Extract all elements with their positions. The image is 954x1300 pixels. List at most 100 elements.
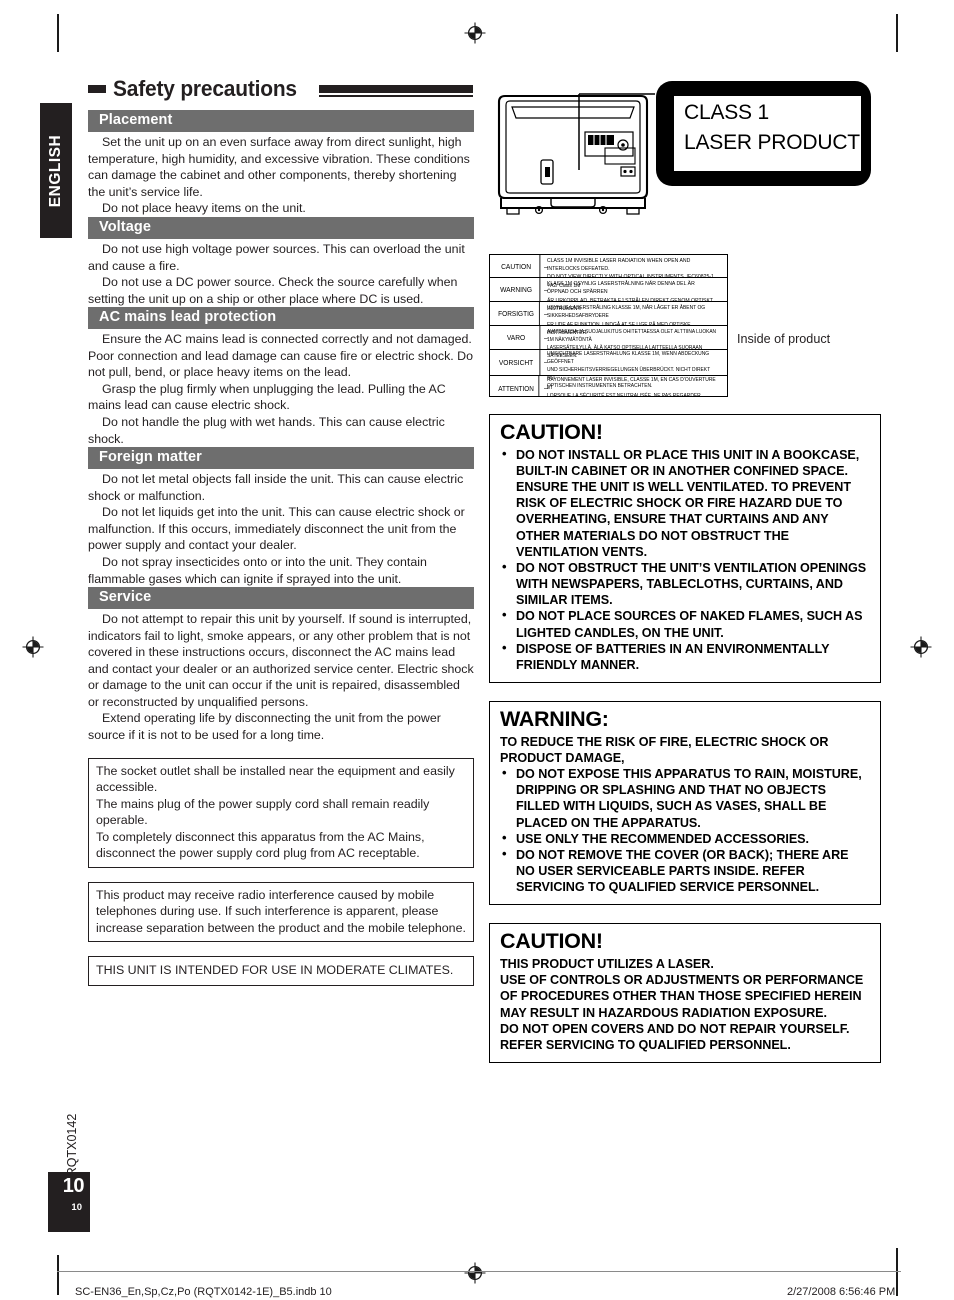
laser-label-term: ATTENTION xyxy=(494,376,540,396)
laser-label-frame: CAUTION – CLASS 1M INVISIBLE LASER RADIA… xyxy=(489,254,728,397)
laser-label-text-cell: – RAYONNEMENT LASER INVISIBLE, CLASSE 1M… xyxy=(543,376,727,397)
laser-label-row: VARO – AVATTAESSA JA SUOJALUKITUS OHITET… xyxy=(490,326,727,359)
section-heading-service: Service xyxy=(88,587,474,610)
note-line: THIS UNIT IS INTENDED FOR USE IN MODERAT… xyxy=(96,963,454,978)
laser-label-row: CAUTION – CLASS 1M INVISIBLE LASER RADIA… xyxy=(490,255,727,289)
section-heading-placement: Placement xyxy=(88,110,474,133)
caution-box-title: CAUTION! xyxy=(500,420,603,444)
laser-label-text-line: CLASS 1M INVISIBLE LASER RADIATION WHEN … xyxy=(547,257,691,272)
laser-label-term: VARO xyxy=(493,326,541,349)
laser-label-row: FORSIGTIG – USYNLIG LASERSTRÅLING KLASSE… xyxy=(490,302,727,336)
registration-mark-bottom xyxy=(464,1262,486,1284)
document-page: ENGLISH Safety precautions Placement Set… xyxy=(0,0,954,1300)
caution-laser-line: REFER SERVICING TO QUALIFIED PERSONNEL. xyxy=(500,1037,791,1052)
page-number-badge: 10 10 xyxy=(48,1172,90,1232)
laser-label-text-line: LORSQUE LA SÉCURITÉ EST NEUTRALISÉE. NE … xyxy=(547,392,701,397)
laser-label-term: CAUTION xyxy=(493,255,541,277)
crop-mark-bottom-right-vertical xyxy=(896,1248,898,1296)
multilingual-laser-warning-label: CAUTION – CLASS 1M INVISIBLE LASER RADIA… xyxy=(489,254,830,397)
section-heading-voltage: Voltage xyxy=(88,216,474,239)
page-number-large: 10 xyxy=(62,1175,85,1197)
section-paragraph: Extend operating life by disconnecting t… xyxy=(88,711,441,743)
laser-label-text-line: RAYONNEMENT LASER INVISIBLE, CLASSE 1M, … xyxy=(547,377,716,391)
laser-label-text-cell: – UNSICHTBARE LASERSTRAHLUNG KLASSE 1M, … xyxy=(543,350,727,389)
laser-label-text-cell: – KLASS 1M OSYNLIG LASERSTRÅLNING NÄR DE… xyxy=(543,278,727,312)
inside-of-product-caption: Inside of product xyxy=(737,332,831,346)
caution-bullet: DO NOT INSTALL OR PLACE THIS UNIT IN A B… xyxy=(500,446,870,560)
caution-laser-line: THIS PRODUCT UTILIZES A LASER. xyxy=(500,957,714,972)
registration-mark-left xyxy=(22,636,44,658)
note-box-moderate-climates: THIS UNIT IS INTENDED FOR USE IN MODERAT… xyxy=(88,956,474,986)
laser-label-text-line: UNSICHTBARE LASERSTRAHLUNG KLASSE 1M, WE… xyxy=(547,351,710,365)
page-number-small: 10 xyxy=(71,1202,82,1213)
laser-label-term: WARNING xyxy=(493,278,541,301)
note-box-socket-outlet: The socket outlet shall be installed nea… xyxy=(88,757,474,868)
note-box-radio-interference: This product may receive radio interfere… xyxy=(88,881,474,943)
registration-mark-top xyxy=(464,22,486,44)
section-paragraph: Do not spray insecticides onto or into t… xyxy=(88,554,427,586)
caution-laser-line: DO NOT OPEN COVERS AND DO NOT REPAIR YOU… xyxy=(500,1021,850,1036)
warning-box-title: WARNING: xyxy=(500,707,609,732)
title-rule-right xyxy=(318,85,474,97)
laser-label-text-line: USYNLIG LASERSTRÅLING KLASSE 1M, NÅR LÅG… xyxy=(547,305,706,320)
laser-label-row: WARNING – KLASS 1M OSYNLIG LASERSTRÅLNIN… xyxy=(490,278,727,312)
class1-laser-product-callout: CLASS 1 LASER PRODUCT xyxy=(656,81,871,186)
section-paragraph: Grasp the plug firmly when unplugging th… xyxy=(88,381,446,413)
crop-mark-bottom-left-vertical xyxy=(57,1255,59,1295)
caution-laser-line: USE OF CONTROLS OR ADJUSTMENTS OR PERFOR… xyxy=(500,973,864,1020)
laser-label-text-cell: – CLASS 1M INVISIBLE LASER RADIATION WHE… xyxy=(543,255,727,289)
section-paragraph: Do not handle the plug with wet hands. T… xyxy=(88,415,445,446)
language-tab-english: ENGLISH xyxy=(40,103,72,238)
class1-line-2: LASER PRODUCT xyxy=(684,131,860,154)
language-tab-label: ENGLISH xyxy=(47,134,64,207)
right-column: CLASS 1 LASER PRODUCT CAUTION – CLASS 1M… xyxy=(489,74,881,1064)
section-paragraph: Ensure the AC mains lead is connected co… xyxy=(88,332,474,380)
note-line: To completely disconnect this apparatus … xyxy=(96,829,425,861)
section-paragraph: Set the unit up on an even surface away … xyxy=(88,135,470,199)
page-title-text: Safety precautions xyxy=(113,76,297,101)
section-paragraph: Do not let metal objects fall inside the… xyxy=(88,472,464,503)
caution-bullet: DISPOSE OF BATTERIES IN AN ENVIRONMENTAL… xyxy=(500,640,870,673)
warning-intro-line: TO REDUCE THE RISK OF FIRE, ELECTRIC SHO… xyxy=(500,734,829,765)
left-column: Placement Set the unit up on an even sur… xyxy=(88,110,474,986)
note-line: The socket outlet shall be installed nea… xyxy=(96,763,455,795)
section-paragraph: Do not place heavy items on the unit. xyxy=(102,201,306,216)
laser-label-text-line: AVATTAESSA JA SUOJALUKITUS OHITETTAESSA … xyxy=(547,329,717,344)
warning-bullet: USE ONLY THE RECOMMENDED ACCESSORIES. xyxy=(500,830,870,847)
registration-mark-right xyxy=(910,636,932,658)
laser-label-term: FORSIGTIG xyxy=(493,302,540,325)
section-heading-ac-mains-lead-protection: AC mains lead protection xyxy=(88,307,474,330)
laser-label-text-cell: – AVATTAESSA JA SUOJALUKITUS OHITETTAESS… xyxy=(543,326,727,359)
note-line: The mains plug of the power supply cord … xyxy=(96,796,430,828)
class1-line-1: CLASS 1 xyxy=(684,101,769,124)
footer-divider xyxy=(57,1271,901,1272)
laser-label-row: ATTENTION – RAYONNEMENT LASER INVISIBLE,… xyxy=(490,376,727,397)
caution-bullet-list: DO NOT INSTALL OR PLACE THIS UNIT IN A B… xyxy=(500,446,870,673)
laser-label-row: VORSICHT – UNSICHTBARE LASERSTRAHLUNG KL… xyxy=(490,350,727,389)
warning-bullet-list: DO NOT EXPOSE THIS APPARATUS TO RAIN, MO… xyxy=(500,765,870,896)
caution-laser-title: CAUTION! xyxy=(500,929,603,954)
laser-label-code: RQLS0020 xyxy=(702,396,725,397)
laser-label-text-cell: – USYNLIG LASERSTRÅLING KLASSE 1M, NÅR L… xyxy=(543,302,727,336)
laser-label-text-line: KLASS 1M OSYNLIG LASERSTRÅLNING NÄR DENN… xyxy=(547,281,695,296)
class1-laser-product-plate: CLASS 1 LASER PRODUCT xyxy=(673,95,862,172)
warning-bullet: DO NOT EXPOSE THIS APPARATUS TO RAIN, MO… xyxy=(500,765,870,831)
side-document-code-text: RQTX0142 xyxy=(65,1113,79,1177)
warning-bullet: DO NOT REMOVE THE COVER (OR BACK); THERE… xyxy=(500,846,870,896)
warning-box: WARNING: TO REDUCE THE RISK OF FIRE, ELE… xyxy=(489,701,881,906)
caution-bullet: DO NOT OBSTRUCT THE UNIT’S VENTILATION O… xyxy=(500,559,870,609)
caution-box-laser: CAUTION! THIS PRODUCT UTILIZES A LASER. … xyxy=(489,923,881,1064)
footer-timestamp: 2/27/2008 6:56:46 PM xyxy=(787,1286,896,1298)
laser-label-term: VORSICHT xyxy=(493,350,541,375)
note-line: This product may receive radio interfere… xyxy=(96,887,466,935)
crop-mark-top-right-vertical xyxy=(896,14,898,52)
page-title: Safety precautions xyxy=(88,74,474,104)
crop-mark-top-left-vertical xyxy=(57,14,59,52)
caution-bullet: DO NOT PLACE SOURCES OF NAKED FLAMES, SU… xyxy=(500,607,870,640)
section-paragraph: Do not use high voltage power sources. T… xyxy=(88,241,465,273)
section-heading-foreign-matter: Foreign matter xyxy=(88,447,474,470)
title-rule-left xyxy=(88,85,106,93)
section-paragraph: Do not let liquids get into the unit. Th… xyxy=(88,505,465,553)
section-paragraph: Do not attempt to repair this unit by yo… xyxy=(88,612,474,709)
section-paragraph: Do not use a DC power source. Check the … xyxy=(88,275,458,306)
